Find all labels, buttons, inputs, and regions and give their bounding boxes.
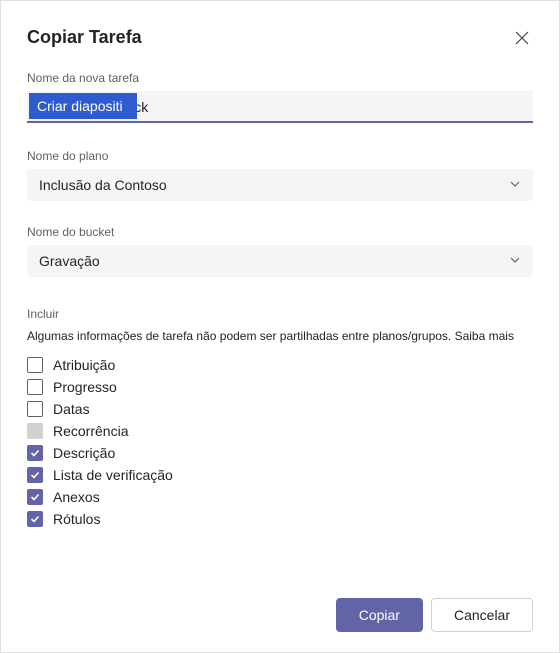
include-label: Incluir bbox=[27, 307, 533, 321]
chevron-down-icon bbox=[509, 177, 521, 193]
checkbox[interactable] bbox=[27, 357, 43, 373]
checkbox[interactable] bbox=[27, 445, 43, 461]
cancel-button[interactable]: Cancelar bbox=[431, 598, 533, 632]
include-option-label: Lista de verificação bbox=[53, 467, 173, 483]
include-option[interactable]: Rótulos bbox=[27, 511, 533, 527]
copy-button[interactable]: Copiar bbox=[336, 598, 423, 632]
include-option[interactable]: Anexos bbox=[27, 489, 533, 505]
include-option-label: Descrição bbox=[53, 445, 115, 461]
checkbox[interactable] bbox=[27, 467, 43, 483]
include-option-label: Recorrência bbox=[53, 423, 128, 439]
task-name-label: Nome da nova tarefa bbox=[27, 71, 533, 85]
checkbox[interactable] bbox=[27, 489, 43, 505]
include-option-label: Progresso bbox=[53, 379, 117, 395]
include-option-label: Rótulos bbox=[53, 511, 100, 527]
close-icon bbox=[515, 31, 529, 45]
include-helper: Algumas informações de tarefa não podem … bbox=[27, 329, 533, 343]
include-checklist: Atribuição Progresso Datas Recorrência Descr… bbox=[27, 357, 533, 527]
dialog-footer: Copiar Cancelar bbox=[27, 578, 533, 632]
bucket-label: Nome do bucket bbox=[27, 225, 533, 239]
copy-task-dialog: Copiar Tarefa Nome da nova tarefa Criar … bbox=[0, 0, 560, 653]
bucket-group: Nome do bucket Gravação bbox=[27, 225, 533, 277]
include-option[interactable]: Descrição bbox=[27, 445, 533, 461]
include-option-label: Datas bbox=[53, 401, 90, 417]
checkbox[interactable] bbox=[27, 401, 43, 417]
bucket-select-value: Gravação bbox=[39, 253, 100, 269]
include-option-label: Atribuição bbox=[53, 357, 115, 373]
include-option-label: Anexos bbox=[53, 489, 100, 505]
include-option[interactable]: Atribuição bbox=[27, 357, 533, 373]
close-button[interactable] bbox=[511, 27, 533, 49]
checkbox[interactable] bbox=[27, 511, 43, 527]
task-name-group: Nome da nova tarefa Criar diapositi eck … bbox=[27, 71, 533, 149]
bucket-select[interactable]: Gravação bbox=[27, 245, 533, 277]
include-option: Recorrência bbox=[27, 423, 533, 439]
dialog-header: Copiar Tarefa bbox=[27, 27, 533, 49]
task-name-field-wrap: Criar diapositi eck Criar diapositi bbox=[27, 91, 533, 123]
plan-group: Nome do plano Inclusão da Contoso bbox=[27, 149, 533, 201]
include-option[interactable]: Lista de verificação bbox=[27, 467, 533, 483]
dialog-title: Copiar Tarefa bbox=[27, 27, 142, 48]
checkbox[interactable] bbox=[27, 379, 43, 395]
include-option[interactable]: Progresso bbox=[27, 379, 533, 395]
include-option[interactable]: Datas bbox=[27, 401, 533, 417]
task-name-input[interactable] bbox=[27, 91, 533, 123]
plan-select[interactable]: Inclusão da Contoso bbox=[27, 169, 533, 201]
checkbox bbox=[27, 423, 43, 439]
plan-label: Nome do plano bbox=[27, 149, 533, 163]
plan-select-value: Inclusão da Contoso bbox=[39, 177, 167, 193]
chevron-down-icon bbox=[509, 253, 521, 269]
